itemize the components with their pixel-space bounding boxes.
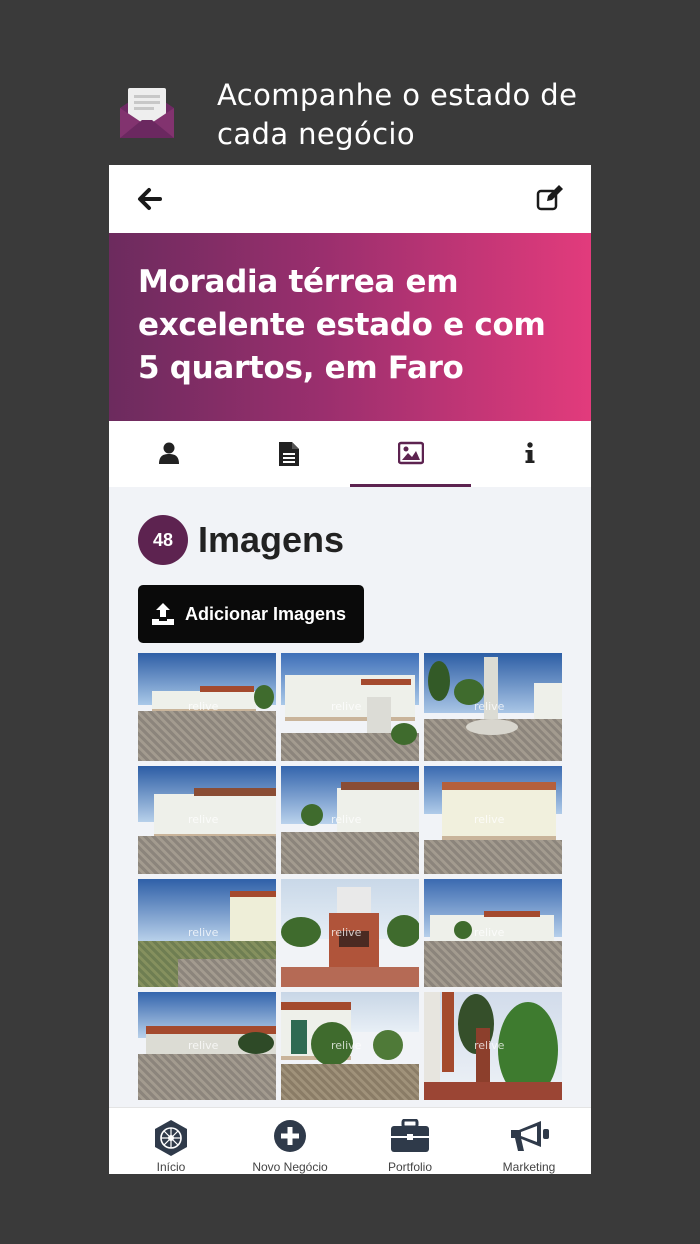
image-thumbnail[interactable]: relive	[281, 766, 419, 874]
image-thumbnail[interactable]: relive	[138, 879, 276, 987]
active-tab-indicator	[350, 484, 471, 487]
hero-banner: Moradia térrea em excelente estado e com…	[109, 233, 591, 421]
image-icon	[398, 441, 424, 465]
add-images-button[interactable]: Adicionar Imagens	[138, 585, 364, 643]
image-thumbnail[interactable]: relive	[424, 766, 562, 874]
image-thumbnail[interactable]: relive	[424, 992, 562, 1100]
promo-banner: Acompanhe o estado de cada negócio	[0, 0, 700, 165]
watermark-text: relive	[188, 926, 219, 939]
edit-button[interactable]	[533, 182, 565, 214]
home-hexagon-icon	[155, 1120, 187, 1156]
upload-icon	[152, 603, 174, 625]
megaphone-icon	[511, 1121, 549, 1151]
image-thumbnail[interactable]: relive	[424, 879, 562, 987]
section-title: Imagens	[198, 519, 345, 560]
tab-bar	[109, 421, 591, 487]
watermark-text: relive	[188, 813, 219, 826]
watermark-text: relive	[474, 813, 505, 826]
image-count-badge: 48	[138, 515, 188, 565]
briefcase-icon	[391, 1119, 429, 1152]
arrow-left-icon	[138, 188, 162, 210]
nav-marketing[interactable]: Marketing	[469, 1108, 589, 1174]
watermark-text: relive	[474, 1039, 505, 1052]
plus-circle-icon	[274, 1120, 306, 1152]
nav-portfolio[interactable]: Portfolio	[350, 1108, 470, 1174]
nav-inicio-label: Início	[156, 1160, 186, 1174]
watermark-text: relive	[474, 926, 505, 939]
image-thumbnail[interactable]: relive	[138, 653, 276, 761]
document-icon	[279, 442, 299, 466]
watermark-text: relive	[188, 1039, 219, 1052]
tab-documents[interactable]	[229, 421, 349, 487]
bottom-navigation: Início Novo Negócio Portfolio Marketing	[109, 1107, 591, 1174]
nav-inicio[interactable]: Início	[111, 1108, 231, 1174]
promo-line-2: cada negócio	[217, 117, 416, 151]
app-screen: Moradia térrea em excelente estado e com…	[109, 165, 591, 1174]
user-icon	[159, 442, 179, 464]
image-thumbnail[interactable]: relive	[281, 653, 419, 761]
watermark-text: relive	[331, 813, 362, 826]
tab-info[interactable]	[470, 421, 590, 487]
listing-title: Moradia térrea em excelente estado e com…	[138, 264, 546, 386]
image-thumbnail[interactable]: relive	[138, 766, 276, 874]
envelope-letter-icon	[118, 86, 176, 142]
nav-marketing-label: Marketing	[502, 1160, 556, 1174]
image-thumbnail[interactable]: relive	[281, 879, 419, 987]
promo-text: Acompanhe o estado de cada negócio	[217, 76, 637, 154]
watermark-text: relive	[331, 1039, 362, 1052]
nav-novo-negocio-label: Novo Negócio	[252, 1160, 328, 1174]
add-images-label: Adicionar Imagens	[185, 604, 347, 624]
watermark-text: relive	[331, 700, 362, 713]
back-button[interactable]	[135, 184, 165, 214]
tab-contact[interactable]	[109, 421, 229, 487]
image-thumbnail[interactable]: relive	[281, 992, 419, 1100]
top-bar	[109, 165, 591, 233]
image-thumbnail[interactable]: relive	[424, 653, 562, 761]
tab-images[interactable]	[350, 421, 470, 487]
watermark-text: relive	[331, 926, 362, 939]
edit-icon	[536, 185, 563, 211]
nav-novo-negocio[interactable]: Novo Negócio	[230, 1108, 350, 1174]
watermark-text: relive	[474, 700, 505, 713]
info-icon	[525, 442, 535, 463]
nav-portfolio-label: Portfolio	[387, 1160, 433, 1174]
watermark-text: relive	[188, 700, 219, 713]
image-thumbnail[interactable]: relive	[138, 992, 276, 1100]
promo-line-1: Acompanhe o estado de	[217, 78, 578, 112]
